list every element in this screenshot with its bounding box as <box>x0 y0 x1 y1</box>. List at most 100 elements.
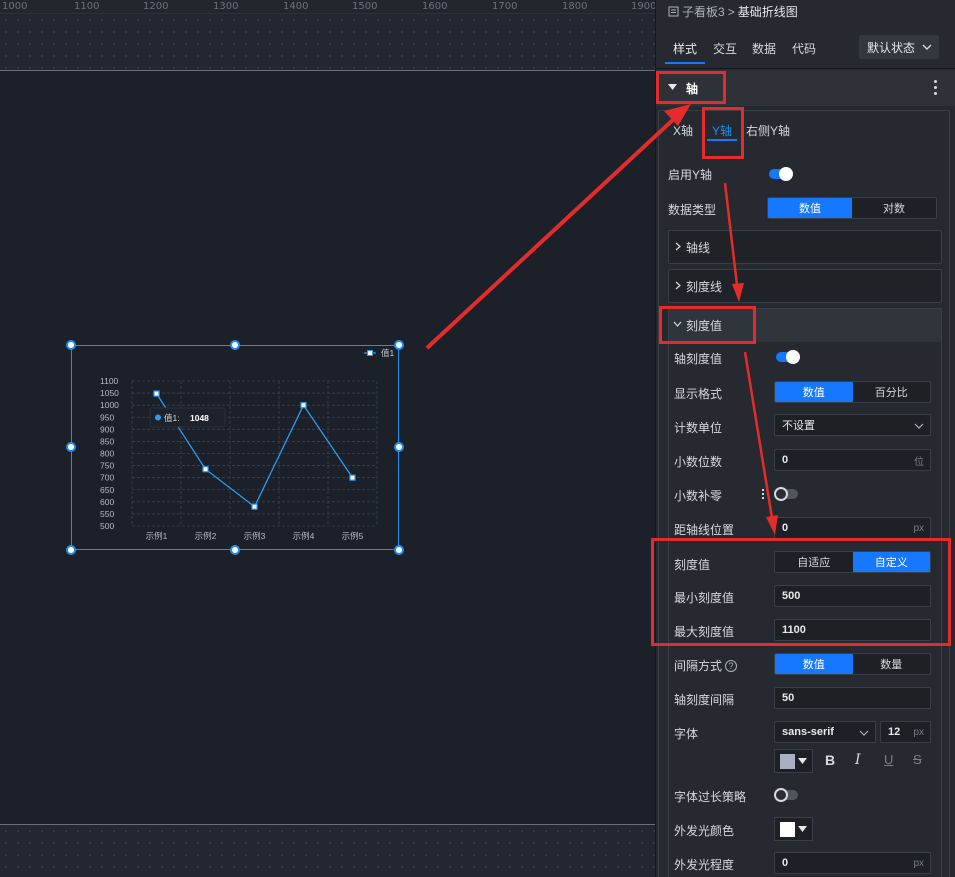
legend-label: 值1 <box>381 348 395 358</box>
y-tick-label: 650 <box>100 485 114 495</box>
count-unit-select[interactable]: 不设置 <box>774 414 931 436</box>
horizontal-ruler: 1000 1100 1200 1300 1400 1500 1600 1700 … <box>0 0 657 14</box>
ruler-tick: 1400 <box>283 1 309 12</box>
more-vertical-icon[interactable] <box>934 80 938 96</box>
data-point <box>349 474 356 481</box>
strikethrough-icon[interactable]: S <box>913 752 922 767</box>
interval-mode-label: 间隔方式 <box>674 659 723 673</box>
chevron-right-icon <box>675 281 681 290</box>
bold-icon[interactable]: B <box>825 752 835 768</box>
tooltip-box <box>149 407 226 428</box>
enable-y-axis-toggle[interactable] <box>769 167 793 181</box>
italic-icon[interactable]: I <box>855 752 861 768</box>
interval-mode-value-option[interactable]: 数值 <box>775 654 853 674</box>
tick-interval-label: 轴刻度间隔 <box>674 693 735 707</box>
canvas-margin-bottom <box>0 825 655 877</box>
annotation-box-y-axis <box>702 107 744 159</box>
tab-data[interactable]: 数据 <box>752 40 776 57</box>
board-icon <box>668 6 679 17</box>
underline-icon[interactable]: U <box>884 752 893 767</box>
breadcrumb-root[interactable]: 子看板3 <box>682 3 725 20</box>
subtab-right-y-axis[interactable]: 右侧Y轴 <box>746 122 790 139</box>
ruler-tick: 1500 <box>352 1 378 12</box>
decimals-input[interactable]: 0 位 <box>774 449 931 471</box>
ruler-tick: 1800 <box>562 1 588 12</box>
count-unit-value: 不设置 <box>782 420 815 432</box>
axis-offset-value: 0 <box>782 522 789 534</box>
y-tick-label: 600 <box>100 497 114 507</box>
x-tick-label: 示例2 <box>195 531 217 541</box>
count-unit-label: 计数单位 <box>674 421 723 435</box>
tick-interval-input[interactable]: 50 <box>774 687 931 709</box>
help-icon[interactable]: ? <box>725 659 738 672</box>
data-type-value-option[interactable]: 数值 <box>768 198 852 218</box>
data-type-segment[interactable]: 数值 对数 <box>767 197 937 219</box>
x-tick-label: 示例5 <box>342 531 364 541</box>
font-family-select[interactable]: sans-serif <box>774 721 876 743</box>
ruler-tick: 1000 <box>2 1 28 12</box>
data-point <box>300 402 307 409</box>
resize-handle-bottom-left[interactable] <box>66 545 76 555</box>
y-tick-label: 900 <box>100 424 114 434</box>
resize-handle-left[interactable] <box>66 442 76 452</box>
overflow-label: 字体过长策略 <box>674 790 747 804</box>
axis-offset-unit: px <box>913 522 924 534</box>
annotation-box-axis <box>656 71 726 104</box>
resize-handle-bottom-right[interactable] <box>394 545 404 555</box>
legend-marker <box>367 350 373 356</box>
tabs-divider <box>656 68 955 69</box>
font-color-picker[interactable] <box>774 749 813 773</box>
decimal-pad-toggle[interactable] <box>774 487 798 501</box>
tooltip-value: 1048 <box>190 413 209 423</box>
x-tick-label: 示例3 <box>244 531 266 541</box>
y-tick-label: 850 <box>100 436 114 446</box>
axis-offset-label: 距轴线位置 <box>674 523 735 537</box>
glow-level-input[interactable]: 0 px <box>774 852 931 874</box>
data-type-log-option[interactable]: 对数 <box>852 198 936 218</box>
caret-down-icon <box>798 758 807 764</box>
data-point <box>153 390 160 397</box>
active-tab-indicator <box>665 62 705 64</box>
ruler-tick: 1100 <box>74 1 100 12</box>
display-format-segment[interactable]: 数值 百分比 <box>774 381 931 403</box>
display-format-percent-option[interactable]: 百分比 <box>852 382 930 402</box>
overflow-toggle[interactable] <box>774 788 798 802</box>
chevron-down-icon <box>914 423 924 429</box>
caret-down-icon <box>798 826 807 832</box>
ruler-tick: 1900 <box>631 1 657 12</box>
breadcrumb: 子看板3 > 基础折线图 <box>668 3 798 20</box>
y-tick-label: 550 <box>100 509 114 519</box>
axis-line-title: 轴线 <box>686 241 711 255</box>
font-size-input[interactable]: 12 px <box>880 721 931 743</box>
axis-offset-input[interactable]: 0 px <box>774 517 931 539</box>
ruler-tick: 1300 <box>213 1 239 12</box>
resize-handle-top-left[interactable] <box>66 340 76 350</box>
glow-color-picker[interactable] <box>774 817 813 841</box>
axis-tick-value-toggle[interactable] <box>776 350 800 364</box>
tab-code[interactable]: 代码 <box>792 40 816 57</box>
resize-handle-right[interactable] <box>394 442 404 452</box>
data-point <box>251 503 258 510</box>
display-format-value-option[interactable]: 数值 <box>775 382 853 402</box>
state-select[interactable]: 默认状态 <box>859 35 939 59</box>
resize-handle-top-right[interactable] <box>394 340 404 350</box>
decimals-suffix: 位 <box>914 456 924 468</box>
y-tick-label: 750 <box>100 461 114 471</box>
y-tick-label: 1100 <box>100 376 119 386</box>
canvas-margin-top <box>0 14 655 70</box>
breadcrumb-separator: > <box>727 4 735 19</box>
interval-mode-segment[interactable]: 数值 数量 <box>774 653 931 675</box>
resize-handle-bottom[interactable] <box>230 545 240 555</box>
font-size-unit: px <box>913 726 924 738</box>
tab-style[interactable]: 样式 <box>673 40 697 57</box>
subtab-x-axis[interactable]: X轴 <box>673 122 693 139</box>
glow-color-swatch <box>780 821 795 837</box>
tab-interaction[interactable]: 交互 <box>713 40 737 57</box>
line-chart-widget[interactable]: 1100 1050 1000 950 900 850 800 750 700 650 600 550 5… <box>71 345 399 550</box>
decimals-label: 小数位数 <box>674 455 723 469</box>
ruler-tick: 1700 <box>492 1 518 12</box>
chevron-right-icon <box>675 242 681 251</box>
resize-handle-top[interactable] <box>230 340 240 350</box>
data-point <box>202 466 209 473</box>
interval-mode-count-option[interactable]: 数量 <box>852 654 930 674</box>
